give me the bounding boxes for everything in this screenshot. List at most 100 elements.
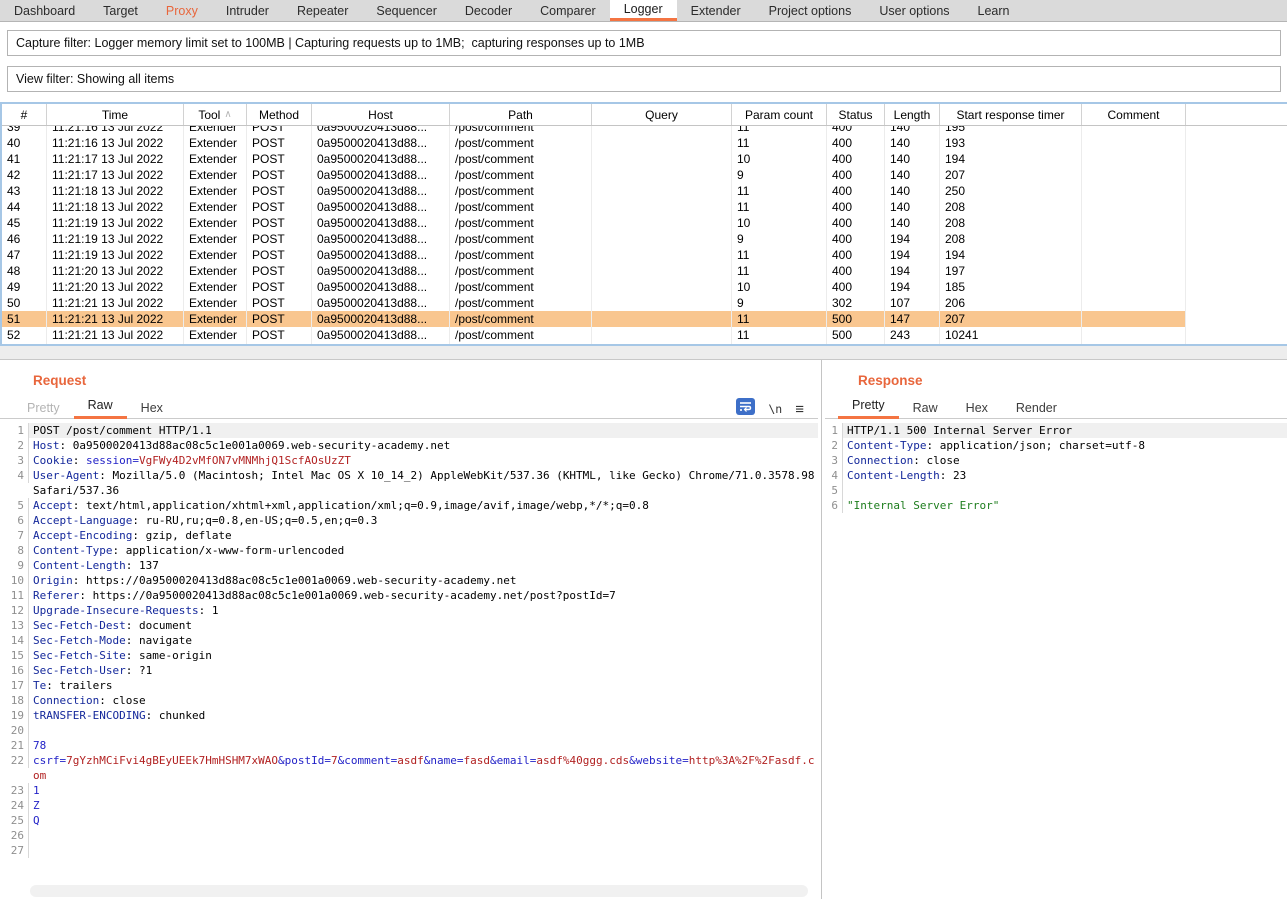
- table-cell: Extender: [184, 199, 247, 215]
- tab-project-options[interactable]: Project options: [755, 0, 866, 21]
- line-number: 23: [0, 783, 29, 798]
- table-cell: /post/comment: [450, 263, 592, 279]
- request-tab-raw[interactable]: Raw: [74, 398, 127, 419]
- column-header-label: Query: [645, 108, 678, 122]
- response-tab-raw[interactable]: Raw: [899, 401, 952, 419]
- column-header-status[interactable]: Status: [827, 104, 885, 125]
- table-cell: [592, 199, 732, 215]
- table-cell-spacer: [1186, 231, 1287, 247]
- request-tab-pretty[interactable]: Pretty: [13, 401, 74, 419]
- response-editor[interactable]: 1HTTP/1.1 500 Internal Server Error2Cont…: [825, 419, 1287, 899]
- table-row[interactable]: 4911:21:20 13 Jul 2022ExtenderPOST0a9500…: [2, 279, 1287, 295]
- editor-line: 5: [825, 483, 1287, 498]
- column-header-time[interactable]: Time: [47, 104, 184, 125]
- line-number: 4: [0, 468, 29, 483]
- table-cell: 53: [2, 343, 47, 344]
- table-cell: [1082, 126, 1186, 135]
- tab-repeater[interactable]: Repeater: [283, 0, 362, 21]
- table-cell: 11:21:17 13 Jul 2022: [47, 167, 184, 183]
- tab-logger[interactable]: Logger: [610, 0, 677, 21]
- editor-line: 5Accept: text/html,application/xhtml+xml…: [0, 498, 818, 513]
- request-tab-hex[interactable]: Hex: [127, 401, 177, 419]
- table-cell: 250: [940, 183, 1082, 199]
- request-editor[interactable]: 1POST /post/comment HTTP/1.12Host: 0a950…: [0, 419, 818, 885]
- vertical-splitter[interactable]: [818, 360, 825, 899]
- horizontal-splitter[interactable]: [0, 346, 1287, 359]
- table-cell: 400: [827, 263, 885, 279]
- table-row[interactable]: 4111:21:17 13 Jul 2022ExtenderPOST0a9500…: [2, 151, 1287, 167]
- table-cell: 10: [732, 215, 827, 231]
- menu-icon[interactable]: ≡: [795, 402, 804, 417]
- table-row[interactable]: 4511:21:19 13 Jul 2022ExtenderPOST0a9500…: [2, 215, 1287, 231]
- table-row[interactable]: 4011:21:16 13 Jul 2022ExtenderPOST0a9500…: [2, 135, 1287, 151]
- table-row[interactable]: 3911:21:16 13 Jul 2022ExtenderPOST0a9500…: [2, 126, 1287, 135]
- editor-line: 15Sec-Fetch-Site: same-origin: [0, 648, 818, 663]
- response-tab-hex[interactable]: Hex: [952, 401, 1002, 419]
- table-cell: 194: [885, 231, 940, 247]
- line-content: [29, 723, 818, 738]
- tab-decoder[interactable]: Decoder: [451, 0, 526, 21]
- table-row[interactable]: 5111:21:21 13 Jul 2022ExtenderPOST0a9500…: [2, 311, 1287, 327]
- tab-target[interactable]: Target: [89, 0, 152, 21]
- table-cell: 11:21:21 13 Jul 2022: [47, 311, 184, 327]
- request-horizontal-scrollbar[interactable]: [30, 885, 808, 897]
- capture-filter-bar[interactable]: Capture filter: Logger memory limit set …: [7, 30, 1281, 56]
- table-cell-spacer: [1186, 151, 1287, 167]
- column-header-#[interactable]: #: [2, 104, 47, 125]
- table-cell-spacer: [1186, 343, 1287, 344]
- column-header-label: Status: [838, 108, 872, 122]
- editor-line: 1HTTP/1.1 500 Internal Server Error: [825, 423, 1287, 438]
- table-cell: 400: [827, 151, 885, 167]
- tab-comparer[interactable]: Comparer: [526, 0, 610, 21]
- line-number: 5: [0, 498, 29, 513]
- tab-user-options[interactable]: User options: [865, 0, 963, 21]
- column-header-tool[interactable]: Tool∧: [184, 104, 247, 125]
- editor-line: 9Content-Length: 137: [0, 558, 818, 573]
- table-cell: 400: [827, 215, 885, 231]
- column-header-start-response-timer[interactable]: Start response timer: [940, 104, 1082, 125]
- column-header-length[interactable]: Length: [885, 104, 940, 125]
- table-row[interactable]: 5011:21:21 13 Jul 2022ExtenderPOST0a9500…: [2, 295, 1287, 311]
- table-cell: [592, 167, 732, 183]
- logger-table-header: #TimeTool∧MethodHostPath Query Param count…: [2, 104, 1287, 126]
- line-content: Accept-Language: ru-RU,ru;q=0.8,en-US;q=…: [29, 513, 818, 528]
- column-header-path[interactable]: Path: [450, 104, 592, 125]
- tab-extender[interactable]: Extender: [677, 0, 755, 21]
- column-header-comment[interactable]: Comment: [1082, 104, 1186, 125]
- table-cell: 46: [2, 231, 47, 247]
- main-tab-bar: DashboardTargetProxyIntruderRepeaterSequ…: [0, 0, 1287, 22]
- table-cell: 11:21:19 13 Jul 2022: [47, 231, 184, 247]
- newline-icon[interactable]: \n: [768, 402, 782, 416]
- table-row[interactable]: 5211:21:21 13 Jul 2022ExtenderPOST0a9500…: [2, 327, 1287, 343]
- table-row[interactable]: 4811:21:20 13 Jul 2022ExtenderPOST0a9500…: [2, 263, 1287, 279]
- table-row[interactable]: 4611:21:19 13 Jul 2022ExtenderPOST0a9500…: [2, 231, 1287, 247]
- line-number: 16: [0, 663, 29, 678]
- table-cell: Extender: [184, 151, 247, 167]
- tab-intruder[interactable]: Intruder: [212, 0, 283, 21]
- tab-sequencer[interactable]: Sequencer: [362, 0, 450, 21]
- view-filter-bar[interactable]: View filter: Showing all items: [7, 66, 1281, 92]
- tab-proxy[interactable]: Proxy: [152, 0, 212, 21]
- table-row[interactable]: 4311:21:18 13 Jul 2022ExtenderPOST0a9500…: [2, 183, 1287, 199]
- tab-dashboard[interactable]: Dashboard: [0, 0, 89, 21]
- editor-line: 17Te: trailers: [0, 678, 818, 693]
- word-wrap-icon[interactable]: [736, 398, 755, 420]
- tab-learn[interactable]: Learn: [964, 0, 1024, 21]
- table-row[interactable]: 5311:21:22 13 Jul 2022ExtenderPOST0a9500…: [2, 343, 1287, 344]
- column-header-method[interactable]: Method: [247, 104, 312, 125]
- column-header-param-count[interactable]: Param count: [732, 104, 827, 125]
- table-cell: [592, 263, 732, 279]
- response-tab-pretty[interactable]: Pretty: [838, 398, 899, 419]
- table-row[interactable]: 4411:21:18 13 Jul 2022ExtenderPOST0a9500…: [2, 199, 1287, 215]
- table-cell: 107: [885, 295, 940, 311]
- table-cell: 0a9500020413d88...: [312, 327, 450, 343]
- column-header-query[interactable]: Query: [592, 104, 732, 125]
- table-cell: 302: [827, 295, 885, 311]
- line-content: "Internal Server Error": [843, 498, 1287, 513]
- table-row[interactable]: 4711:21:19 13 Jul 2022ExtenderPOST0a9500…: [2, 247, 1287, 263]
- line-content: Content-Length: 23: [843, 468, 1287, 483]
- response-tab-render[interactable]: Render: [1002, 401, 1071, 419]
- table-cell: [592, 183, 732, 199]
- table-row[interactable]: 4211:21:17 13 Jul 2022ExtenderPOST0a9500…: [2, 167, 1287, 183]
- column-header-host[interactable]: Host: [312, 104, 450, 125]
